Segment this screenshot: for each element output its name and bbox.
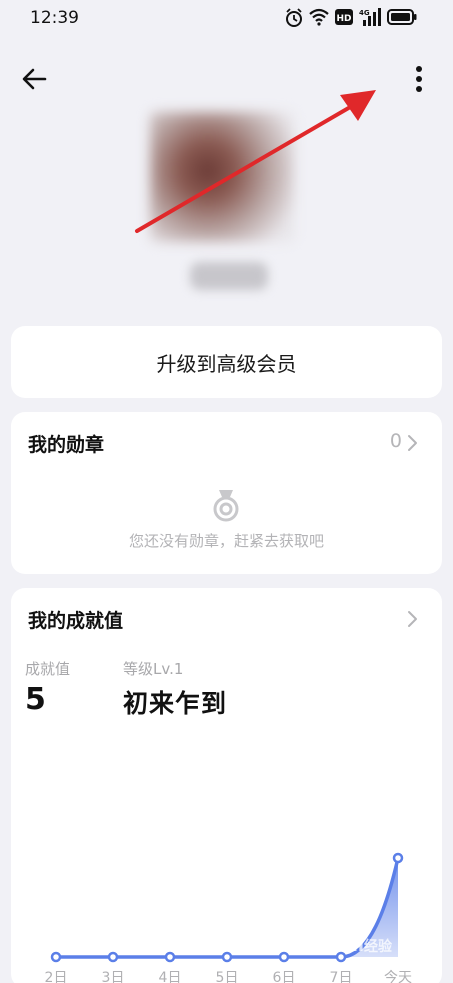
chart-point-1 (107, 951, 119, 963)
wifi-icon (309, 8, 329, 26)
arrow-left-icon (22, 68, 47, 90)
chart-x-tick-label: 5日 (216, 970, 239, 983)
status-icons: HD 4G (285, 8, 425, 30)
achievement-value: 5 (25, 682, 46, 717)
status-time: 12:39 (30, 8, 79, 28)
badges-card[interactable]: 我的勋章 0 您还没有勋章，赶紧去获取吧 (11, 412, 442, 574)
chart-point-4 (278, 951, 290, 963)
chart-x-tick-label: 3日 (102, 970, 125, 983)
avatar[interactable] (150, 112, 294, 242)
chart-x-tick-label: 4日 (159, 970, 182, 983)
level-name: 初来乍到 (123, 689, 228, 718)
alarm-icon (286, 8, 302, 27)
chart-x-tick-label: 6日 (273, 970, 296, 983)
battery-icon (387, 9, 417, 25)
network-label: 4G (359, 9, 370, 17)
chevron-right-icon (408, 435, 417, 451)
hd-label: HD (336, 14, 351, 24)
badges-empty-text: 您还没有勋章，赶紧去获取吧 (128, 532, 324, 550)
chart-point-2 (164, 951, 176, 963)
chart-x-tick-label: 2日 (45, 970, 68, 983)
more-vertical-icon (416, 66, 422, 92)
chart-point-6 (392, 852, 404, 864)
back-button[interactable] (18, 62, 52, 96)
chart-point-0 (50, 951, 62, 963)
badges-count: 0 (389, 430, 402, 452)
username: ●●●●● (190, 262, 268, 290)
medal-icon (213, 490, 239, 522)
chart-point-3 (221, 951, 233, 963)
chevron-right-icon (408, 611, 417, 627)
watermark: Bai经验 (332, 935, 393, 956)
status-bar: 12:39 HD 4G (0, 0, 453, 38)
hd-icon: HD (335, 9, 353, 25)
chart-x-tick-label: 今天 (384, 970, 412, 983)
achievement-title: 我的成就值 (28, 610, 124, 632)
achievement-value-label: 成就值 (25, 660, 71, 678)
level-label: 等级Lv.1 (123, 660, 184, 678)
upgrade-label: 升级到高级会员 (156, 352, 297, 376)
signal-icon: 4G (359, 8, 381, 26)
upgrade-premium-card[interactable]: 升级到高级会员 (11, 326, 442, 398)
chart-x-tick-label: 7日 (330, 970, 353, 983)
more-button[interactable] (404, 62, 434, 96)
badges-title: 我的勋章 (28, 434, 105, 456)
